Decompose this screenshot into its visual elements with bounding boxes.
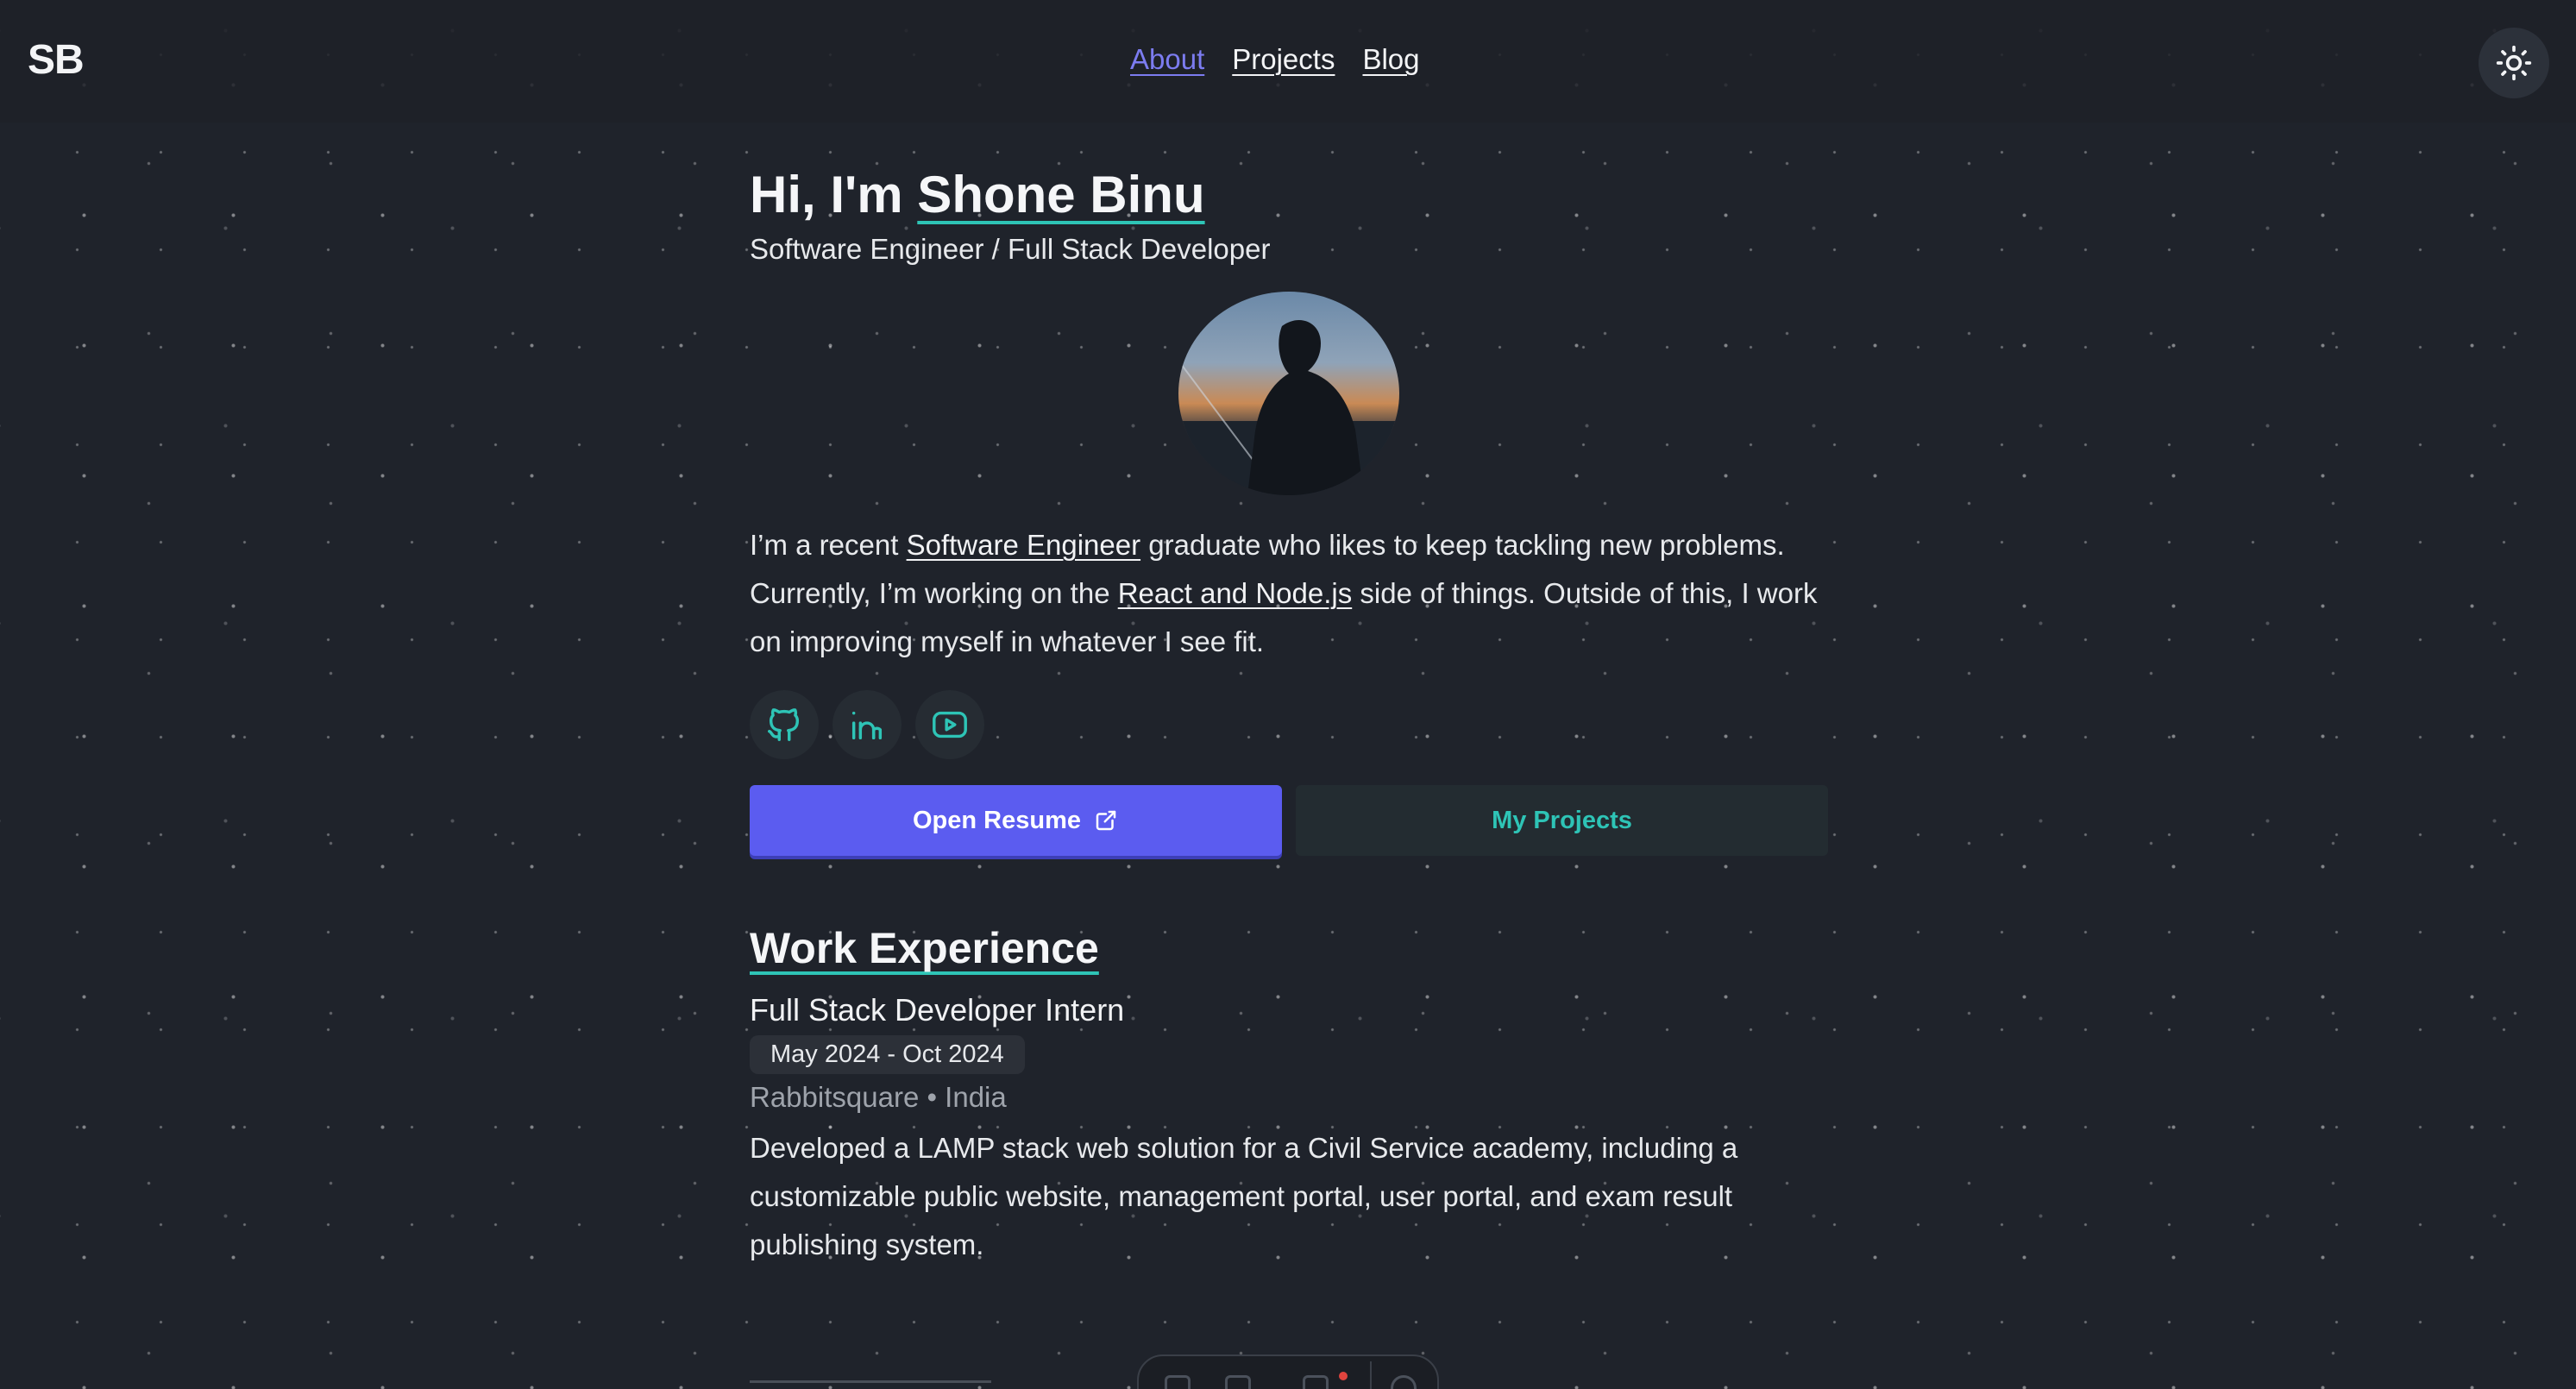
dock-tool-icon[interactable] bbox=[1303, 1375, 1329, 1389]
hero-name: Shone Binu bbox=[917, 166, 1205, 223]
software-engineer-link[interactable]: Software Engineer bbox=[907, 529, 1141, 561]
job-title: Full Stack Developer Intern bbox=[750, 992, 1125, 1028]
theme-toggle-button[interactable] bbox=[2479, 28, 2549, 98]
github-link[interactable] bbox=[750, 690, 819, 759]
nav-link-projects[interactable]: Projects bbox=[1232, 43, 1335, 76]
open-resume-button[interactable]: Open Resume bbox=[750, 785, 1282, 856]
bottom-dock-toolbar[interactable] bbox=[1137, 1354, 1439, 1389]
job-description: Developed a LAMP stack web solution for … bbox=[750, 1132, 1738, 1260]
job-company: Rabbitsquare • India bbox=[750, 1081, 1007, 1113]
avatar bbox=[1178, 292, 1399, 495]
youtube-icon bbox=[933, 711, 967, 738]
linkedin-icon bbox=[851, 711, 883, 740]
sun-icon bbox=[2496, 45, 2532, 81]
site-logo[interactable]: SB bbox=[28, 36, 85, 84]
dock-divider bbox=[1370, 1361, 1372, 1389]
hero-subtitle: Software Engineer / Full Stack Developer bbox=[750, 233, 1271, 265]
profile-photo bbox=[1178, 319, 1399, 495]
bio-text-1: I’m a recent bbox=[750, 529, 907, 561]
dock-tool-icon[interactable] bbox=[1165, 1375, 1191, 1389]
github-icon bbox=[768, 708, 800, 741]
settings-icon[interactable] bbox=[1391, 1375, 1417, 1389]
my-projects-button[interactable]: My Projects bbox=[1296, 785, 1828, 856]
nav-link-blog[interactable]: Blog bbox=[1362, 43, 1419, 76]
next-section-heading-partial bbox=[750, 1380, 991, 1384]
job-entry: Full Stack Developer Intern May 2024 - O… bbox=[750, 992, 1828, 1269]
main-nav: About Projects Blog bbox=[1130, 43, 1420, 76]
greeting-text: Hi, I'm bbox=[750, 166, 918, 223]
cta-buttons: Open Resume My Projects bbox=[750, 785, 1828, 856]
top-navigation-bar: SB About Projects Blog bbox=[0, 0, 2576, 123]
dock-tool-icon[interactable] bbox=[1225, 1375, 1251, 1389]
hero-title: Hi, I'm Shone Binu bbox=[750, 164, 1828, 226]
avatar-container bbox=[750, 292, 1828, 495]
my-projects-label: My Projects bbox=[1492, 806, 1632, 834]
job-date-badge: May 2024 - Oct 2024 bbox=[750, 1035, 1025, 1074]
social-links bbox=[750, 690, 1828, 759]
bio-paragraph: I’m a recent Software Engineer graduate … bbox=[750, 521, 1828, 666]
linkedin-link[interactable] bbox=[832, 690, 902, 759]
external-link-icon bbox=[1096, 810, 1116, 831]
notification-dot bbox=[1339, 1372, 1348, 1380]
react-node-link[interactable]: React and Node.js bbox=[1118, 577, 1353, 609]
open-resume-label: Open Resume bbox=[913, 806, 1081, 834]
nav-link-about[interactable]: About bbox=[1130, 43, 1204, 76]
youtube-link[interactable] bbox=[915, 690, 984, 759]
main-content: Hi, I'm Shone Binu Software Engineer / F… bbox=[750, 164, 1828, 1269]
work-experience-heading: Work Experience bbox=[750, 924, 1099, 972]
